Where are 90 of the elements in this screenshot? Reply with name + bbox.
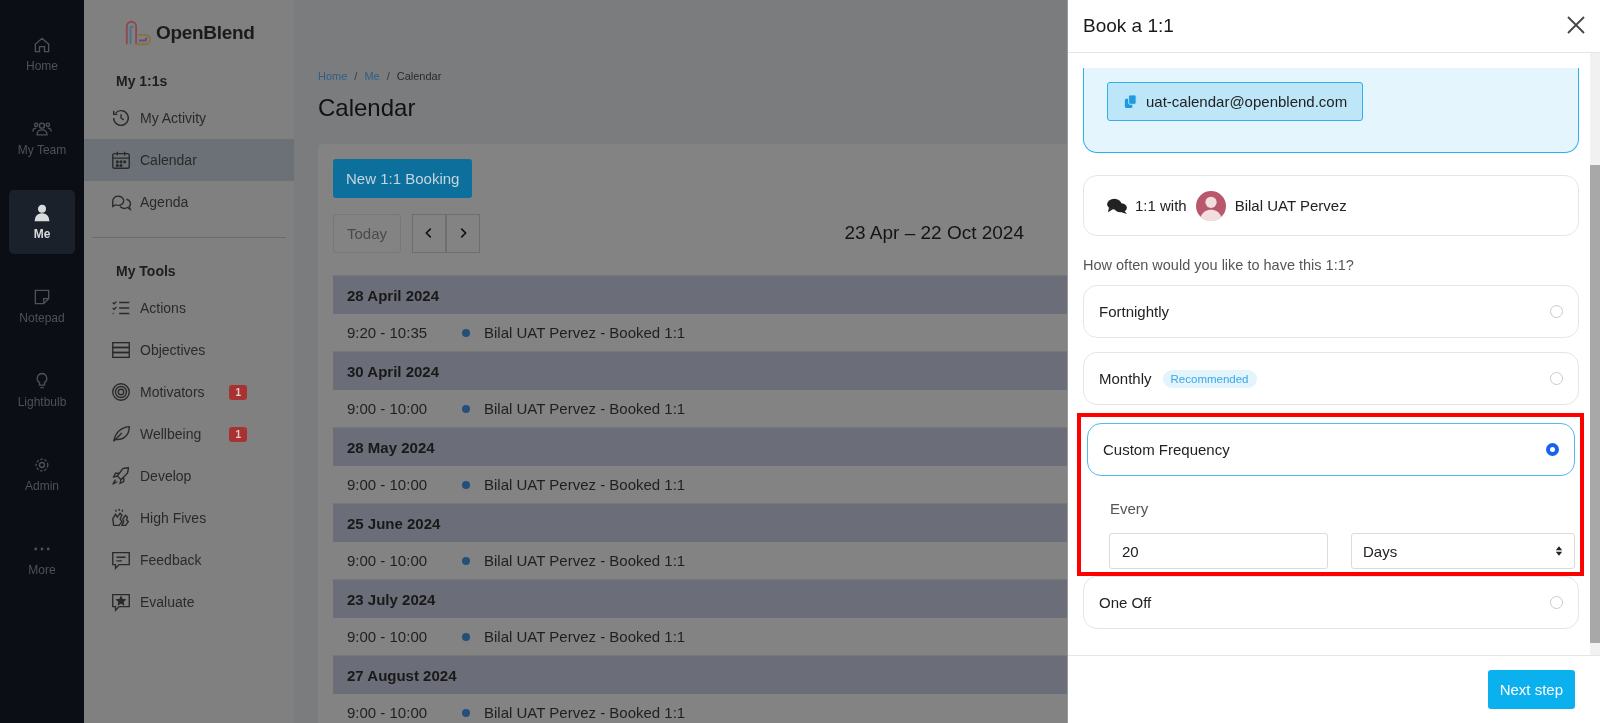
previous-button[interactable] [412, 213, 447, 253]
event-title: Bilal UAT Pervez - Booked 1:1 [484, 324, 686, 341]
interval-field[interactable]: 20 [1109, 533, 1328, 569]
sidebar-item[interactable]: Objectives [84, 329, 294, 371]
day-date: 27 August 2024 [347, 666, 457, 684]
sidebar-item[interactable]: Actions [84, 287, 294, 329]
email-copy-button[interactable]: uat-calendar@openblend.com [1107, 82, 1364, 121]
event-title: Bilal UAT Pervez - Booked 1:1 [484, 704, 686, 721]
new-booking-button[interactable]: New 1:1 Booking [333, 159, 473, 198]
event-dot [462, 708, 470, 717]
stack-icon [110, 339, 132, 361]
breadcrumb-separator: / [386, 70, 390, 82]
event-title: Bilal UAT Pervez - Booked 1:1 [484, 476, 686, 493]
sidebar-item[interactable]: Feedback [84, 539, 294, 581]
history-icon [110, 107, 132, 129]
radio-button[interactable] [1546, 443, 1559, 456]
event-dot [462, 404, 470, 413]
frequency-question: How often would you like to have this 1:1? [1083, 257, 1355, 273]
today-button[interactable]: Today [333, 213, 402, 253]
event-time: 9:00 - 10:00 [347, 552, 429, 569]
day-date: 28 April 2024 [347, 286, 439, 304]
event-dot [462, 632, 470, 641]
every-label: Every [1110, 500, 1150, 517]
page-title: Calendar [318, 94, 417, 122]
sidebar-item[interactable]: Calendar [84, 139, 294, 181]
drawer-title: Book a 1:1 [1083, 15, 1174, 37]
event-dot [462, 556, 470, 565]
event-time: 9:00 - 10:00 [347, 400, 429, 417]
feedback-icon [110, 549, 132, 571]
logo-wordmark: OpenBlend [156, 22, 255, 44]
note-icon [32, 287, 52, 307]
rail-item[interactable]: More [9, 526, 75, 590]
sort-caret-icon [1555, 545, 1563, 557]
calendar-icon [110, 149, 132, 171]
rail-item[interactable]: Admin [9, 442, 75, 506]
copy-icon [1123, 94, 1138, 109]
event-title: Bilal UAT Pervez - Booked 1:1 [484, 400, 686, 417]
breadcrumb-current: Calendar [396, 70, 442, 82]
breadcrumb-separator: / [354, 70, 358, 82]
day-date: 25 June 2024 [347, 514, 441, 532]
sidebar-item[interactable]: Wellbeing 1 [84, 413, 294, 455]
event-title: Bilal UAT Pervez - Booked 1:1 [484, 552, 686, 569]
sidebar-item[interactable]: Develop [84, 455, 294, 497]
home-icon [32, 35, 52, 55]
event-time: 9:00 - 10:00 [347, 704, 429, 721]
rail-item[interactable]: Me [9, 190, 75, 254]
event-title: Bilal UAT Pervez - Booked 1:1 [484, 628, 686, 645]
rail-item[interactable]: My Team [9, 106, 75, 170]
person-icon [32, 203, 52, 223]
frequency-option[interactable]: Monthly Recommended [1083, 352, 1579, 405]
star-icon [110, 591, 132, 613]
day-date: 28 May 2024 [347, 438, 435, 456]
participant-name: Bilal UAT Pervez [1234, 197, 1347, 214]
scrollbar-thumb[interactable] [1590, 165, 1600, 643]
close-icon [1566, 14, 1586, 35]
rail-item[interactable]: Home [9, 22, 75, 86]
rail-item[interactable]: Notepad [9, 274, 75, 338]
sidebar-item[interactable]: High Fives [84, 497, 294, 539]
rocket-icon [110, 465, 132, 487]
date-range: 23 Apr – 22 Oct 2024 [844, 222, 1024, 244]
more-dots-icon [34, 547, 50, 551]
target-icon [110, 381, 132, 403]
day-date: 23 July 2024 [347, 590, 436, 608]
count-badge: 1 [229, 384, 247, 400]
rail-item[interactable]: Lightbulb [9, 358, 75, 422]
scrollbar[interactable] [1590, 53, 1600, 655]
sidebar-item[interactable]: Motivators 1 [84, 371, 294, 413]
section-title: My 1:1s [115, 72, 169, 91]
next-step-button[interactable]: Next step [1487, 670, 1575, 709]
frequency-option[interactable]: Fortnightly [1083, 285, 1579, 338]
event-time: 9:20 - 10:35 [347, 324, 429, 341]
sidebar-item[interactable]: Agenda [84, 181, 294, 223]
sidebar-item[interactable]: My Activity [84, 97, 294, 139]
chat-bubbles-icon [1106, 196, 1128, 215]
event-time: 9:00 - 10:00 [347, 628, 429, 645]
next-button[interactable] [446, 213, 481, 253]
frequency-option[interactable]: One Off [1083, 576, 1579, 629]
day-date: 30 April 2024 [347, 362, 439, 380]
count-badge: 1 [229, 426, 247, 442]
unit-select[interactable]: Days [1351, 533, 1575, 569]
with-label: 1:1 with [1135, 197, 1187, 214]
event-dot [462, 328, 470, 337]
frequency-option[interactable]: Custom Frequency [1087, 423, 1575, 476]
avatar [1195, 190, 1226, 221]
event-time: 9:00 - 10:00 [347, 476, 429, 493]
recommended-badge: Recommended [1162, 369, 1257, 388]
sidebar-item[interactable]: Evaluate [84, 581, 294, 623]
logo-icon [124, 19, 152, 47]
event-dot [462, 480, 470, 489]
section-title: My Tools [115, 262, 177, 281]
